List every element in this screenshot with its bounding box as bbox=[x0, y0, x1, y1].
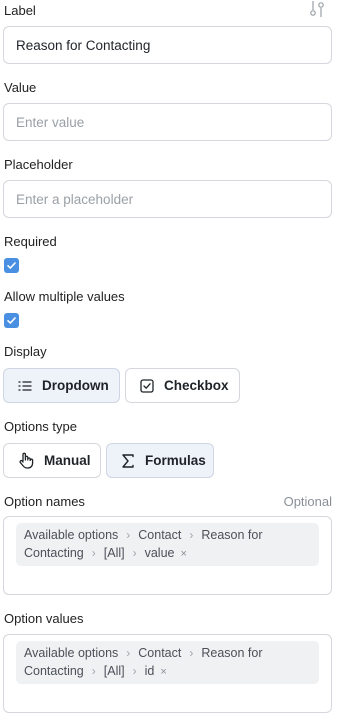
hand-pointer-icon bbox=[18, 452, 34, 469]
path-segment: value bbox=[144, 546, 175, 560]
settings-sliders-icon[interactable] bbox=[308, 0, 326, 18]
value-field-label: Value bbox=[4, 80, 37, 95]
path-segment: Contact bbox=[138, 646, 182, 660]
options-type-formulas-button[interactable]: Formulas bbox=[106, 443, 214, 478]
option-values-label: Option values bbox=[4, 611, 84, 626]
manual-button-label: Manual bbox=[44, 453, 91, 468]
chevron-right-icon: › bbox=[189, 528, 194, 542]
placeholder-input[interactable] bbox=[3, 180, 332, 218]
path-segment: [All] bbox=[103, 664, 125, 678]
dropdown-button-label: Dropdown bbox=[42, 378, 109, 393]
options-type-label: Options type bbox=[4, 419, 77, 434]
list-icon bbox=[18, 378, 32, 394]
display-checkbox-button[interactable]: Checkbox bbox=[125, 368, 240, 403]
checkmark-icon bbox=[7, 262, 16, 269]
label-input[interactable] bbox=[3, 26, 332, 64]
sigma-icon bbox=[121, 453, 135, 469]
chevron-right-icon: › bbox=[132, 664, 137, 678]
remove-chip-icon[interactable]: × bbox=[160, 666, 166, 678]
path-segment: Available options bbox=[24, 528, 119, 542]
formula-path-chip: Available options › Contact › Reason for Con… bbox=[16, 523, 319, 566]
value-input[interactable] bbox=[3, 103, 332, 141]
checkbox-button-label: Checkbox bbox=[164, 378, 229, 393]
checkmark-icon bbox=[7, 317, 16, 324]
display-label: Display bbox=[4, 344, 47, 359]
formulas-button-label: Formulas bbox=[145, 453, 206, 468]
label-field-label: Label bbox=[4, 3, 36, 18]
chevron-right-icon: › bbox=[126, 528, 131, 542]
option-names-label: Option names bbox=[4, 494, 85, 509]
chevron-right-icon: › bbox=[91, 664, 96, 678]
display-dropdown-button[interactable]: Dropdown bbox=[3, 368, 120, 403]
option-names-formula-input[interactable]: Available options › Contact › Reason for Con… bbox=[3, 516, 332, 595]
placeholder-field-label: Placeholder bbox=[4, 157, 73, 172]
allow-multiple-label: Allow multiple values bbox=[4, 289, 125, 304]
required-checkbox[interactable] bbox=[4, 258, 19, 273]
checkbox-icon bbox=[140, 378, 154, 394]
chevron-right-icon: › bbox=[132, 546, 137, 560]
formula-path-chip: Available options › Contact › Reason for Con… bbox=[16, 641, 319, 684]
path-segment: id bbox=[144, 664, 155, 678]
remove-chip-icon[interactable]: × bbox=[181, 548, 187, 560]
options-type-manual-button[interactable]: Manual bbox=[3, 443, 101, 478]
chevron-right-icon: › bbox=[91, 546, 96, 560]
option-values-formula-input[interactable]: Available options › Contact › Reason for Con… bbox=[3, 634, 332, 713]
required-label: Required bbox=[4, 234, 57, 249]
allow-multiple-checkbox[interactable] bbox=[4, 313, 19, 328]
chevron-right-icon: › bbox=[189, 646, 194, 660]
path-segment: Available options bbox=[24, 646, 119, 660]
field-settings-panel: Label Value Placeholder Required Allow m… bbox=[0, 0, 340, 725]
optional-hint: Optional bbox=[283, 494, 332, 509]
chevron-right-icon: › bbox=[126, 646, 131, 660]
path-segment: [All] bbox=[103, 546, 125, 560]
path-segment: Contact bbox=[138, 528, 182, 542]
